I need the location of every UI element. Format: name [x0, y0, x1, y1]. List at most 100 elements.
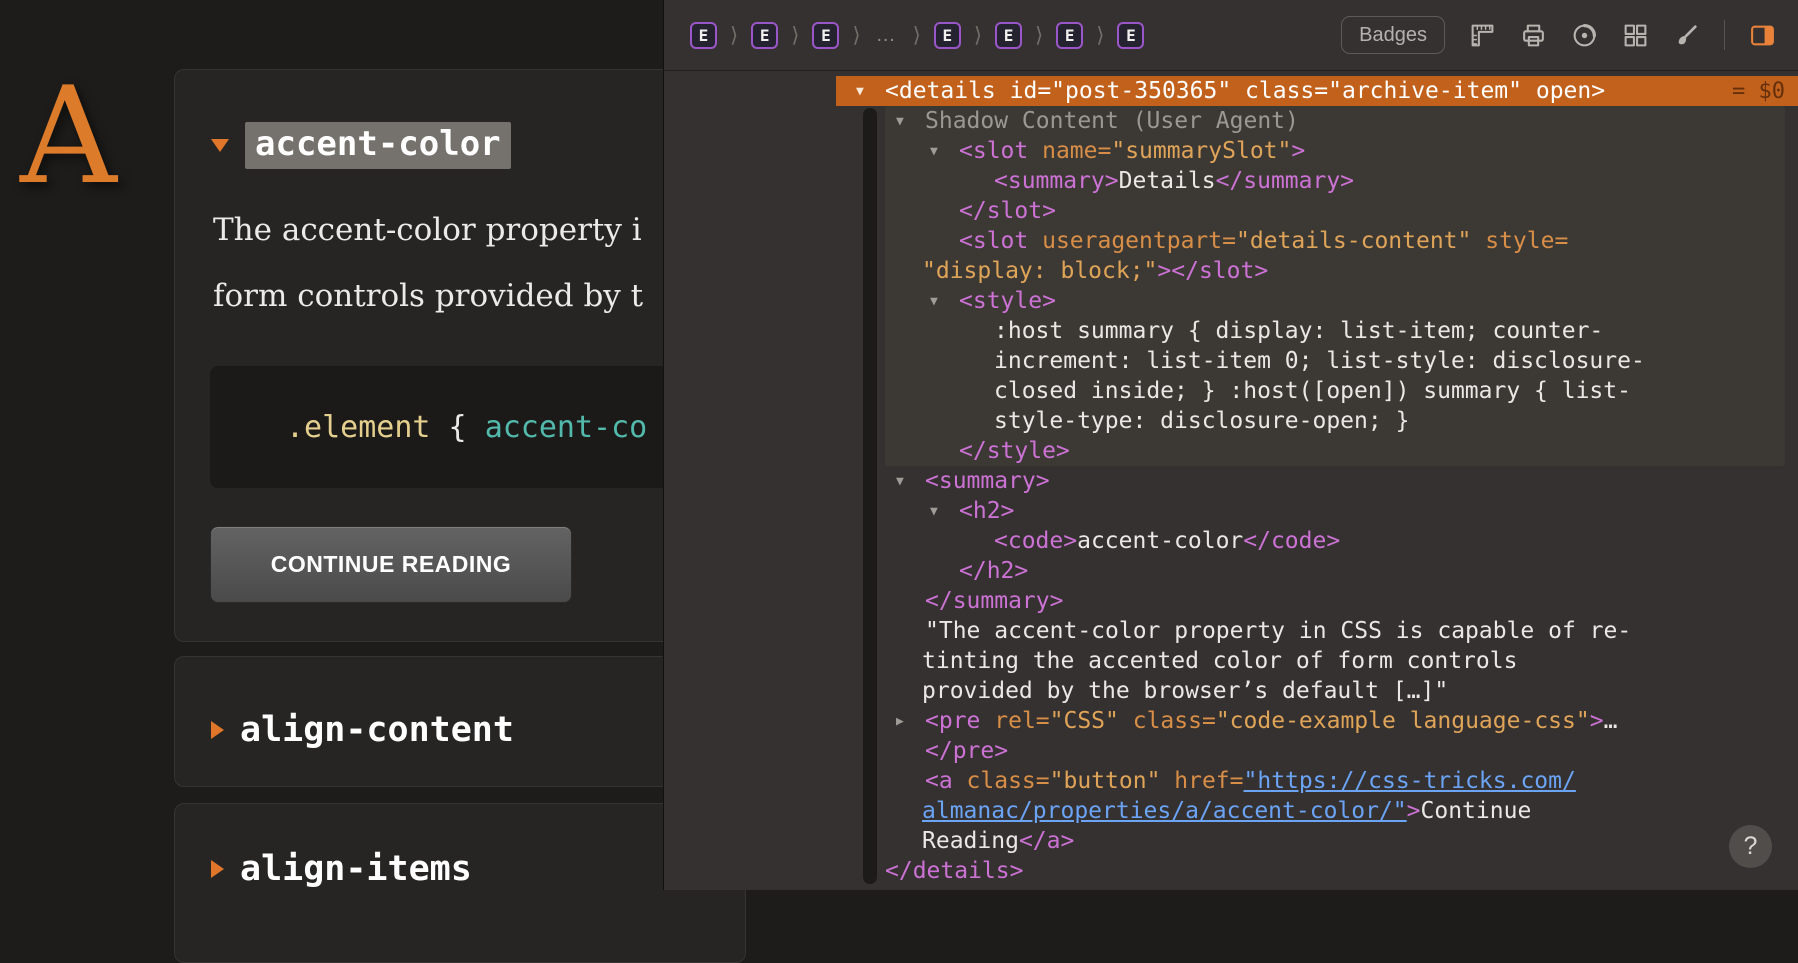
syntax-t: <code>: [994, 528, 1077, 554]
syntax-a: style=: [1471, 228, 1568, 254]
syntax-x: :host summary { display: list-item; coun…: [994, 318, 1603, 344]
toolbar-controls: Badges: [1341, 16, 1798, 54]
syntax-a: open: [1522, 78, 1591, 104]
syntax-t: <details: [885, 78, 1010, 104]
tree-row[interactable]: increment: list-item 0; list-style: disc…: [664, 346, 1798, 376]
align-content-summary[interactable]: align-content: [211, 657, 514, 803]
breadcrumb-element-badge[interactable]: E: [812, 22, 839, 49]
breadcrumb-ellipsis[interactable]: …: [876, 24, 898, 47]
syntax-a: class=: [1231, 78, 1328, 104]
disclosure-open-icon[interactable]: ▼: [896, 474, 925, 489]
tree-row[interactable]: <code>accent-color</code>: [664, 526, 1798, 556]
syntax-t: </code>: [1243, 528, 1340, 554]
disclosure-closed-icon[interactable]: ▶: [896, 714, 925, 729]
syntax-t: </details>: [885, 858, 1023, 884]
syntax-x: Details: [1119, 168, 1216, 194]
tree-row[interactable]: <a class="button" href="https://css-tric…: [664, 766, 1798, 796]
syntax-x: closed inside; } :host([open]) summary {…: [994, 378, 1631, 404]
tree-row[interactable]: </summary>: [664, 586, 1798, 616]
syntax-a: useragentpart=: [1042, 228, 1236, 254]
brush-icon[interactable]: [1673, 22, 1700, 49]
syntax-v: "post-350365": [1051, 78, 1231, 104]
tree-row[interactable]: <slot useragentpart="details-content" st…: [664, 226, 1798, 256]
tree-row[interactable]: ▼<slot name="summarySlot">: [664, 136, 1798, 166]
tree-row[interactable]: Reading</a>: [664, 826, 1798, 856]
syntax-x: accent-color: [1077, 528, 1243, 554]
syntax-t: </a>: [1019, 828, 1074, 854]
breadcrumb-chevron-icon: ⟩: [1035, 23, 1043, 47]
syntax-t: <h2>: [959, 498, 1014, 524]
tree-row[interactable]: ▼<h2>: [664, 496, 1798, 526]
card-align-content: align-content: [174, 656, 746, 787]
code-selector: .element: [286, 410, 431, 445]
disclosure-open-icon[interactable]: ▼: [856, 84, 885, 99]
disclosure-open-icon[interactable]: ▼: [930, 294, 959, 309]
syntax-t: </style>: [959, 438, 1070, 464]
breadcrumb-element-badge[interactable]: E: [751, 22, 778, 49]
sidebar-toggle-icon[interactable]: [1749, 22, 1776, 49]
continue-reading-button[interactable]: CONTINUE READING: [210, 526, 572, 603]
syntax-a: class=: [1119, 708, 1216, 734]
tree-row[interactable]: tinting the accented color of form contr…: [664, 646, 1798, 676]
syntax-g: Shadow Content (User Agent): [925, 108, 1299, 134]
syntax-t: >: [1407, 798, 1421, 824]
card-title-align-items: align-items: [240, 849, 472, 889]
tree-row[interactable]: "The accent-color property in CSS is cap…: [664, 616, 1798, 646]
tree-row[interactable]: </pre>: [664, 736, 1798, 766]
tree-row[interactable]: </details>: [664, 856, 1798, 886]
syntax-v: "details-content": [1236, 228, 1471, 254]
tree-row[interactable]: :host summary { display: list-item; coun…: [664, 316, 1798, 346]
ruler-icon[interactable]: [1469, 22, 1496, 49]
card-title-accent-color: accent-color: [245, 122, 511, 169]
disclosure-open-icon[interactable]: ▼: [930, 504, 959, 519]
tree-row[interactable]: </style>: [664, 436, 1798, 466]
align-items-summary[interactable]: align-items: [211, 804, 472, 934]
code-property: accent-co: [485, 410, 648, 445]
contrast-icon[interactable]: [1571, 22, 1598, 49]
syntax-t: >: [1590, 708, 1604, 734]
syntax-v: "code-example language-css": [1216, 708, 1590, 734]
disclosure-open-icon[interactable]: ▼: [896, 114, 925, 129]
breadcrumb-element-badge[interactable]: E: [1056, 22, 1083, 49]
breadcrumb-element-badge[interactable]: E: [995, 22, 1022, 49]
tree-row[interactable]: <summary>Details</summary>: [664, 166, 1798, 196]
disclosure-open-icon[interactable]: ▼: [930, 144, 959, 159]
syntax-v: "archive-item": [1328, 78, 1522, 104]
syntax-x: tinting the accented color of form contr…: [922, 648, 1517, 674]
tree-row[interactable]: ▼Shadow Content (User Agent): [664, 106, 1798, 136]
tree-row-selected[interactable]: ▼<details id="post-350365" class="archiv…: [664, 76, 1798, 106]
tree-row[interactable]: style-type: disclosure-open; }: [664, 406, 1798, 436]
section-letter: A: [20, 58, 117, 214]
tree-row[interactable]: </h2>: [664, 556, 1798, 586]
badges-button[interactable]: Badges: [1341, 16, 1445, 54]
breadcrumb-element-badge[interactable]: E: [934, 22, 961, 49]
breadcrumb-element-badge[interactable]: E: [690, 22, 717, 49]
toolbar-divider: [1724, 20, 1725, 50]
tree-row[interactable]: closed inside; } :host([open]) summary {…: [664, 376, 1798, 406]
print-icon[interactable]: [1520, 22, 1547, 49]
breadcrumb-element-badge[interactable]: E: [1117, 22, 1144, 49]
card-align-items: align-items: [174, 803, 746, 963]
syntax-t: <slot: [959, 138, 1042, 164]
accent-color-summary[interactable]: accent-color: [211, 122, 511, 169]
tree-row[interactable]: almanac/properties/a/accent-color/">Cont…: [664, 796, 1798, 826]
grid-icon[interactable]: [1622, 22, 1649, 49]
syntax-v: "display: block;": [922, 258, 1157, 284]
tree-row[interactable]: </slot>: [664, 196, 1798, 226]
tree-row[interactable]: provided by the browser’s default […]": [664, 676, 1798, 706]
syntax-t: </pre>: [925, 738, 1008, 764]
syntax-t: </summary>: [925, 588, 1063, 614]
syntax-a: href=: [1160, 768, 1243, 794]
syntax-t: <a: [925, 768, 967, 794]
tree-row[interactable]: ▶<pre rel="CSS" class="code-example lang…: [664, 706, 1798, 736]
tree-row[interactable]: "display: block;"></slot>: [664, 256, 1798, 286]
syntax-t: </summary>: [1216, 168, 1354, 194]
console-reference: = $0: [1732, 79, 1798, 104]
syntax-a: id=: [1010, 78, 1052, 104]
syntax-x: provided by the browser’s default […]": [922, 678, 1448, 704]
card-title-align-content: align-content: [240, 710, 514, 750]
tree-row[interactable]: ▼<style>: [664, 286, 1798, 316]
tree-row[interactable]: ▼<summary>: [664, 466, 1798, 496]
syntax-v: "CSS": [1050, 708, 1119, 734]
syntax-t: <summary>: [994, 168, 1119, 194]
